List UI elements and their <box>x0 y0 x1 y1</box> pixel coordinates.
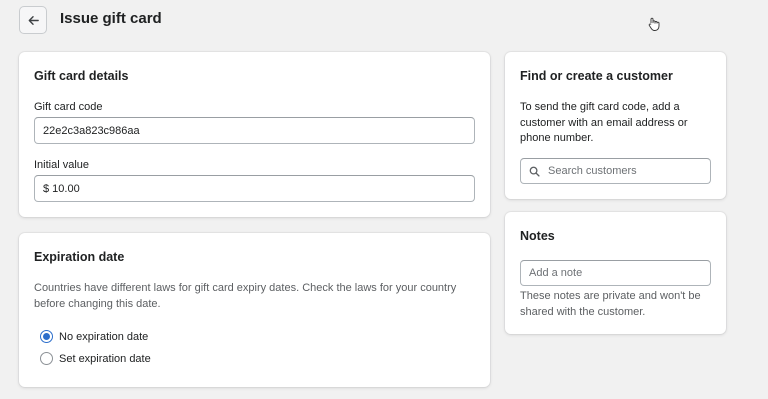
expiration-date-title: Expiration date <box>34 250 125 264</box>
expiration-description: Countries have different laws for gift c… <box>34 282 457 310</box>
search-customers-placeholder: Search customers <box>548 165 637 177</box>
set-expiration-option[interactable]: Set expiration date <box>40 352 151 365</box>
customer-card: Find or create a customer To send the gi… <box>505 52 726 199</box>
customer-title: Find or create a customer <box>520 69 673 83</box>
initial-value-value: $ 10.00 <box>43 182 80 195</box>
expiration-date-card: Expiration date Countries have different… <box>19 233 490 387</box>
search-icon <box>529 166 540 177</box>
notes-card: Notes Add a note These notes are private… <box>505 212 726 334</box>
no-expiration-radio[interactable] <box>40 330 53 343</box>
back-button[interactable] <box>19 6 47 34</box>
initial-value-label: Initial value <box>34 159 90 171</box>
notes-input[interactable]: Add a note <box>520 260 711 286</box>
gift-card-details-title: Gift card details <box>34 69 129 83</box>
gift-card-code-value: 22e2c3a823c986aa <box>43 124 140 137</box>
notes-placeholder: Add a note <box>529 267 583 279</box>
no-expiration-label: No expiration date <box>59 330 149 343</box>
arrow-left-icon <box>28 15 39 25</box>
initial-value-input[interactable]: $ 10.00 <box>34 175 475 202</box>
gift-card-code-label: Gift card code <box>34 101 103 113</box>
set-expiration-label: Set expiration date <box>59 352 151 365</box>
search-customers-input[interactable]: Search customers <box>520 158 711 184</box>
no-expiration-option[interactable]: No expiration date <box>40 330 148 343</box>
set-expiration-radio[interactable] <box>40 352 53 365</box>
notes-helper: These notes are private and won't be sha… <box>520 290 701 318</box>
notes-title: Notes <box>520 229 555 243</box>
cursor-icon <box>648 17 660 31</box>
gift-card-details-card: Gift card details Gift card code 22e2c3a… <box>19 52 490 217</box>
page-title: Issue gift card <box>60 10 162 27</box>
customer-description: To send the gift card code, add a custom… <box>520 101 688 144</box>
gift-card-code-input[interactable]: 22e2c3a823c986aa <box>34 117 475 144</box>
